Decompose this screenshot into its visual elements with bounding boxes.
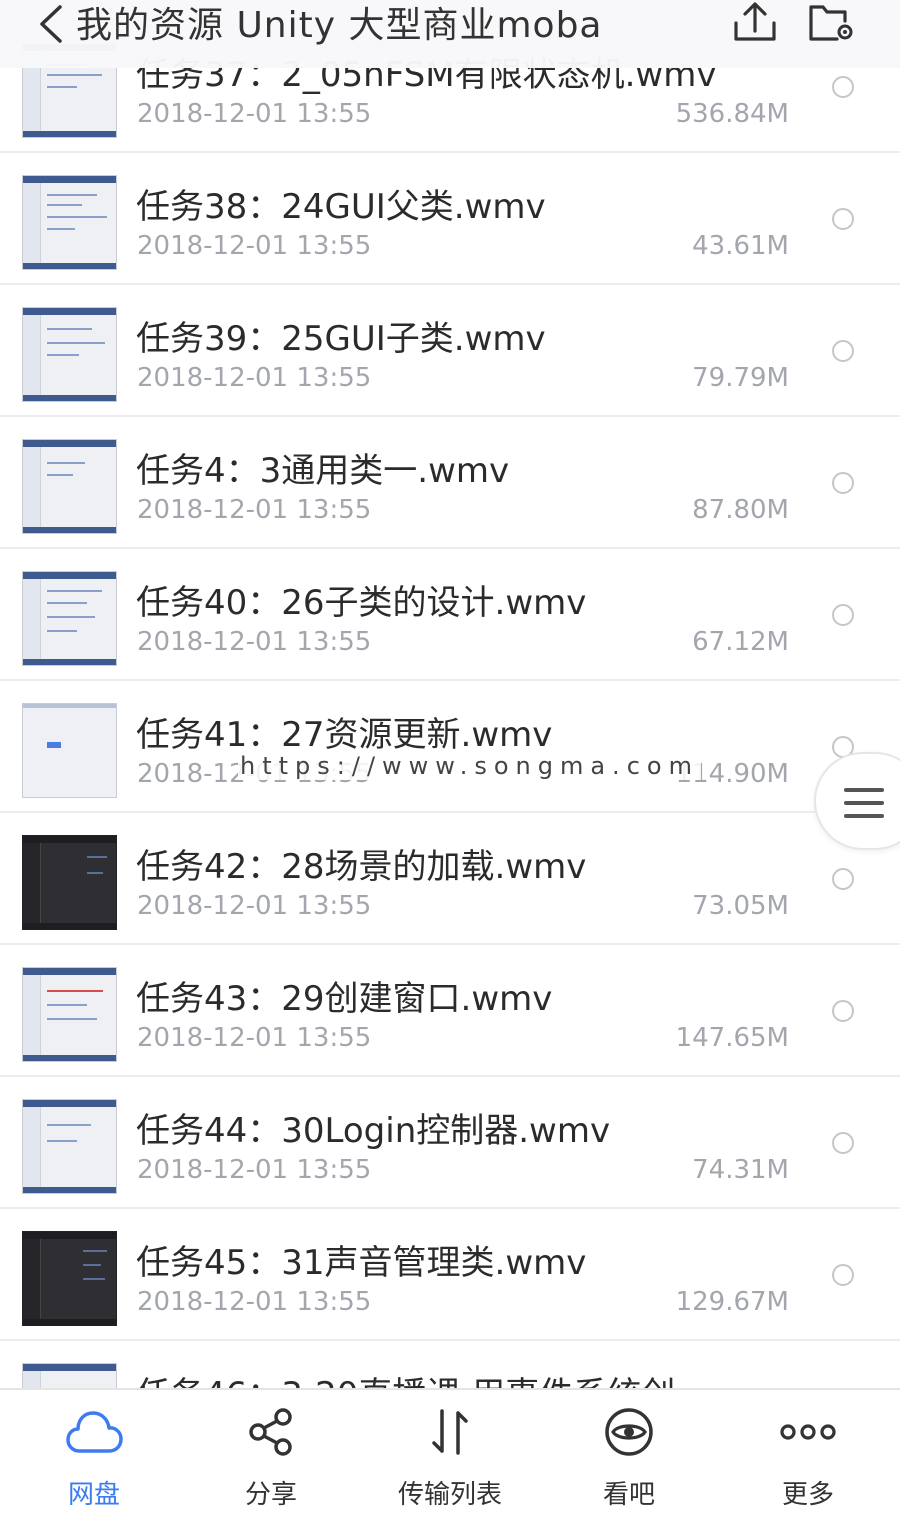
file-row[interactable]: 任务41：27资源更新.wmv 2018-12-01 13:55 114.90M — [0, 681, 900, 813]
file-name: 任务44：30Login控制器.wmv — [136, 1111, 611, 1151]
file-date: 2018-12-01 13:55 — [137, 891, 372, 921]
select-radio[interactable] — [832, 1264, 854, 1286]
menu-line — [844, 814, 884, 818]
bottom-tab-bar: 网盘 分享 传输列表 看吧 更多 — [0, 1388, 900, 1530]
upload-icon — [734, 2, 776, 41]
select-radio[interactable] — [832, 340, 854, 362]
tab-more[interactable]: 更多 — [718, 1390, 898, 1530]
back-button[interactable] — [36, 4, 72, 44]
select-radio[interactable] — [832, 472, 854, 494]
file-row[interactable]: 任务45：31声音管理类.wmv 2018-12-01 13:55 129.67… — [0, 1209, 900, 1341]
cloud-icon — [64, 1404, 124, 1460]
screen: 任务37：2_05nFSM有限状态机.wmv 2018-12-01 13:55 … — [0, 0, 900, 1530]
video-thumbnail — [22, 439, 117, 534]
transfer-icon — [420, 1404, 480, 1460]
top-nav-bar: 我的资源 Unity 大型商业moba — [0, 0, 900, 68]
folder-settings-icon — [809, 5, 853, 41]
file-size: 73.05M — [692, 891, 789, 921]
eye-icon — [599, 1404, 659, 1460]
select-radio[interactable] — [832, 868, 854, 890]
file-name: 任务42：28场景的加载.wmv — [136, 847, 587, 887]
file-row[interactable]: 任务38：24GUI父类.wmv 2018-12-01 13:55 43.61M — [0, 153, 900, 285]
file-row[interactable]: 任务42：28场景的加载.wmv 2018-12-01 13:55 73.05M — [0, 813, 900, 945]
menu-line — [844, 801, 884, 805]
file-date: 2018-12-01 13:55 — [137, 99, 372, 129]
file-size: 87.80M — [692, 495, 789, 525]
share-icon — [241, 1404, 301, 1460]
tab-label: 看吧 — [602, 1480, 655, 1510]
tab-label: 网盘 — [67, 1480, 120, 1510]
file-row[interactable]: 任务39：25GUI子类.wmv 2018-12-01 13:55 79.79M — [0, 285, 900, 417]
video-thumbnail — [22, 1231, 117, 1326]
tab-netdisk[interactable]: 网盘 — [4, 1390, 184, 1530]
file-size: 67.12M — [692, 627, 789, 657]
file-size: 43.61M — [692, 231, 789, 261]
tab-label: 分享 — [244, 1480, 297, 1510]
select-radio[interactable] — [832, 604, 854, 626]
file-name: 任务4：3通用类一.wmv — [136, 451, 510, 491]
video-thumbnail — [22, 967, 117, 1062]
tab-label: 更多 — [781, 1480, 834, 1510]
file-date: 2018-12-01 13:55 — [137, 1023, 372, 1053]
chevron-left-icon — [40, 5, 62, 43]
video-thumbnail — [22, 703, 117, 798]
file-row[interactable]: 任务40：26子类的设计.wmv 2018-12-01 13:55 67.12M — [0, 549, 900, 681]
upload-button[interactable] — [730, 0, 780, 44]
file-name: 任务43：29创建窗口.wmv — [136, 979, 553, 1019]
file-row[interactable]: 任务44：30Login控制器.wmv 2018-12-01 13:55 74.… — [0, 1077, 900, 1209]
select-radio[interactable] — [832, 76, 854, 98]
file-date: 2018-12-01 13:55 — [137, 231, 372, 261]
file-name: 任务40：26子类的设计.wmv — [136, 583, 587, 623]
file-date: 2018-12-01 13:55 — [137, 495, 372, 525]
file-name: 任务45：31声音管理类.wmv — [136, 1243, 587, 1283]
file-size: 536.84M — [675, 99, 789, 129]
new-folder-button[interactable] — [806, 0, 856, 44]
more-icon — [778, 1404, 838, 1460]
video-thumbnail — [22, 1099, 117, 1194]
file-size: 147.65M — [675, 1023, 789, 1053]
file-date: 2018-12-01 13:55 — [137, 363, 372, 393]
video-thumbnail — [22, 307, 117, 402]
file-row[interactable]: 任务4：3通用类一.wmv 2018-12-01 13:55 87.80M — [0, 417, 900, 549]
file-size: 74.31M — [692, 1155, 789, 1185]
video-thumbnail — [22, 835, 117, 930]
menu-line — [844, 788, 884, 792]
file-row[interactable]: 任务43：29创建窗口.wmv 2018-12-01 13:55 147.65M — [0, 945, 900, 1077]
tab-share[interactable]: 分享 — [181, 1390, 361, 1530]
file-date: 2018-12-01 13:55 — [137, 1155, 372, 1185]
file-date: 2018-12-01 13:55 — [137, 1287, 372, 1317]
select-radio[interactable] — [832, 208, 854, 230]
select-radio[interactable] — [832, 1132, 854, 1154]
tab-transfer-list[interactable]: 传输列表 — [360, 1390, 540, 1530]
watermark-text: https://www.songma.com — [238, 752, 701, 780]
tab-watch[interactable]: 看吧 — [539, 1390, 719, 1530]
file-name: 任务41：27资源更新.wmv — [136, 715, 553, 755]
video-thumbnail — [22, 571, 117, 666]
select-radio[interactable] — [832, 1000, 854, 1022]
file-name: 任务39：25GUI子类.wmv — [136, 319, 546, 359]
file-name: 任务38：24GUI父类.wmv — [136, 187, 546, 227]
tab-label: 传输列表 — [397, 1480, 502, 1510]
file-size: 129.67M — [675, 1287, 789, 1317]
page-title: 我的资源 Unity 大型商业moba — [76, 5, 603, 46]
file-date: 2018-12-01 13:55 — [137, 627, 372, 657]
video-thumbnail — [22, 175, 117, 270]
file-size: 79.79M — [692, 363, 789, 393]
